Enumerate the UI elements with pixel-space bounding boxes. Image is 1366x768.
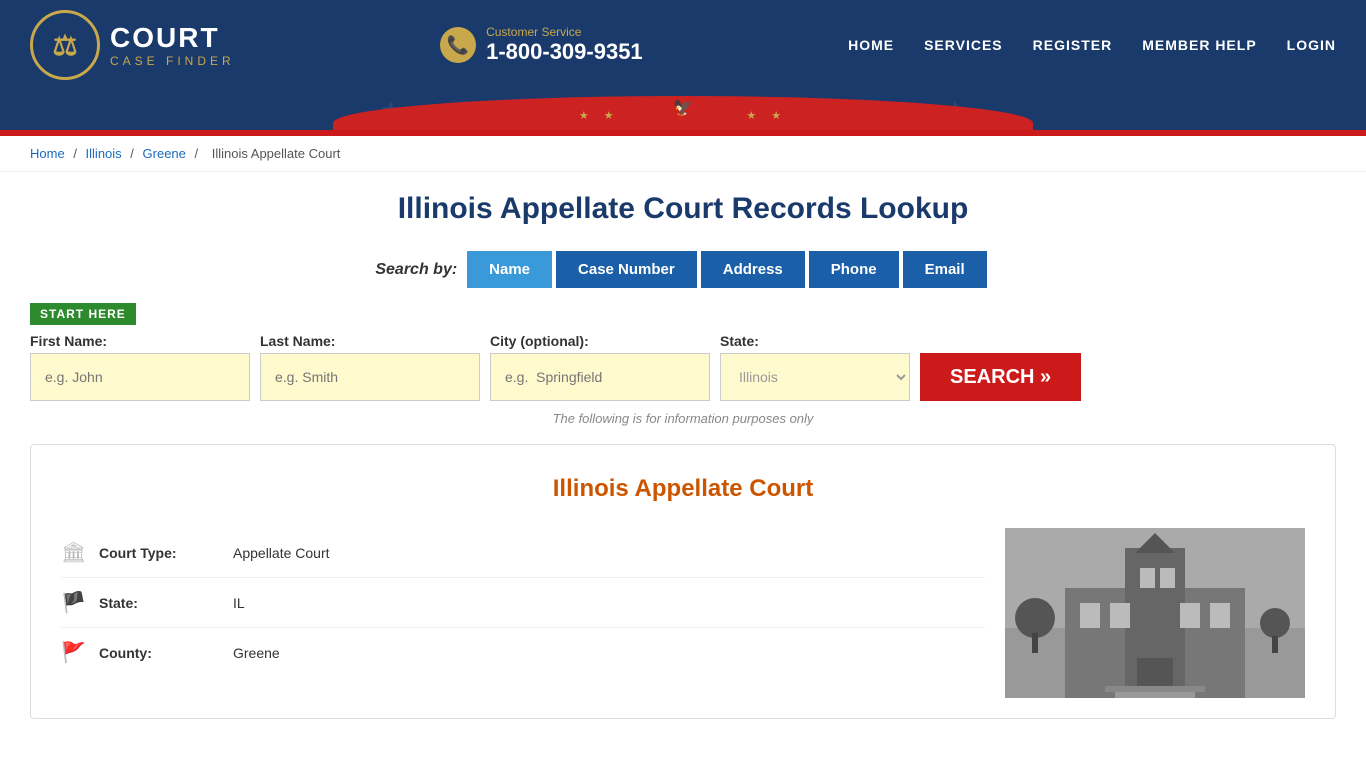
info-note: The following is for information purpose… (30, 411, 1336, 426)
last-name-label: Last Name: (260, 333, 480, 349)
search-by-label: Search by: (375, 261, 457, 279)
county-label: County: (99, 645, 219, 661)
customer-service-phone: 1-800-309-9351 (486, 39, 643, 65)
header-wave: ★ ★ ★ ★ ★ ★ ★ ★ ★ 🦅 ★ ★ ★ ★ (0, 90, 1366, 130)
start-here-badge: START HERE (30, 303, 1336, 333)
tab-address[interactable]: Address (701, 251, 805, 288)
logo-court-label: COURT (110, 22, 235, 54)
main-nav: HOME SERVICES REGISTER MEMBER HELP LOGIN (848, 37, 1336, 53)
main-content: Illinois Appellate Court Records Lookup … (0, 172, 1366, 739)
first-name-group: First Name: (30, 333, 250, 401)
logo-case-finder-label: CASE FINDER (110, 54, 235, 68)
nav-login[interactable]: LOGIN (1287, 37, 1336, 53)
court-type-value: Appellate Court (233, 545, 330, 561)
first-name-input[interactable] (30, 353, 250, 401)
breadcrumb-greene[interactable]: Greene (143, 146, 186, 161)
nav-services[interactable]: SERVICES (924, 37, 1003, 53)
breadcrumb-sep2: / (130, 146, 137, 161)
last-name-group: Last Name: (260, 333, 480, 401)
state-icon: 🏴 (61, 590, 85, 615)
court-type-label: Court Type: (99, 545, 219, 561)
logo-text: COURT CASE FINDER (110, 22, 235, 68)
search-by-row: Search by: Name Case Number Address Phon… (30, 251, 1336, 288)
page-title: Illinois Appellate Court Records Lookup (30, 192, 1336, 226)
breadcrumb: Home / Illinois / Greene / Illinois Appe… (0, 136, 1366, 172)
eagle-icon: 🦅 (673, 98, 693, 118)
nav-member-help[interactable]: MEMBER HELP (1142, 37, 1256, 53)
info-box-title: Illinois Appellate Court (61, 475, 1305, 503)
info-table: 🏛 Court Type: Appellate Court 🏴 State: I… (61, 528, 985, 698)
court-building-image (1005, 528, 1305, 698)
customer-service-text: Customer Service 1-800-309-9351 (486, 25, 643, 65)
state-select[interactable]: Illinois Alabama Alaska Arizona Arkansas… (720, 353, 910, 401)
state-value: IL (233, 595, 245, 611)
court-type-icon: 🏛 (61, 540, 85, 565)
state-row: 🏴 State: IL (61, 578, 985, 628)
nav-register[interactable]: REGISTER (1033, 37, 1113, 53)
tab-case-number[interactable]: Case Number (556, 251, 697, 288)
info-box-body: 🏛 Court Type: Appellate Court 🏴 State: I… (61, 528, 1305, 698)
breadcrumb-sep3: / (195, 146, 202, 161)
breadcrumb-sep1: / (73, 146, 80, 161)
county-row: 🚩 County: Greene (61, 628, 985, 677)
last-name-input[interactable] (260, 353, 480, 401)
breadcrumb-home[interactable]: Home (30, 146, 65, 161)
tab-phone[interactable]: Phone (809, 251, 899, 288)
info-box: Illinois Appellate Court 🏛 Court Type: A… (30, 444, 1336, 719)
logo-area: ⚖ COURT CASE FINDER (30, 10, 235, 80)
state-label-info: State: (99, 595, 219, 611)
start-here-label: START HERE (30, 303, 136, 325)
header: ⚖ COURT CASE FINDER 📞 Customer Service 1… (0, 0, 1366, 90)
tab-email[interactable]: Email (903, 251, 987, 288)
breadcrumb-illinois[interactable]: Illinois (86, 146, 122, 161)
court-type-row: 🏛 Court Type: Appellate Court (61, 528, 985, 578)
logo-icon: ⚖ (30, 10, 100, 80)
state-label: State: (720, 333, 910, 349)
search-form: First Name: Last Name: City (optional): … (30, 333, 1336, 401)
county-icon: 🚩 (61, 640, 85, 665)
state-group: State: Illinois Alabama Alaska Arizona A… (720, 333, 910, 401)
city-group: City (optional): (490, 333, 710, 401)
city-input[interactable] (490, 353, 710, 401)
phone-icon: 📞 (440, 27, 476, 63)
county-value: Greene (233, 645, 280, 661)
customer-service-label: Customer Service (486, 25, 643, 39)
breadcrumb-current: Illinois Appellate Court (212, 146, 341, 161)
search-button[interactable]: SEARCH » (920, 353, 1081, 401)
customer-service: 📞 Customer Service 1-800-309-9351 (440, 25, 643, 65)
first-name-label: First Name: (30, 333, 250, 349)
city-label: City (optional): (490, 333, 710, 349)
nav-home[interactable]: HOME (848, 37, 894, 53)
tab-name[interactable]: Name (467, 251, 552, 288)
